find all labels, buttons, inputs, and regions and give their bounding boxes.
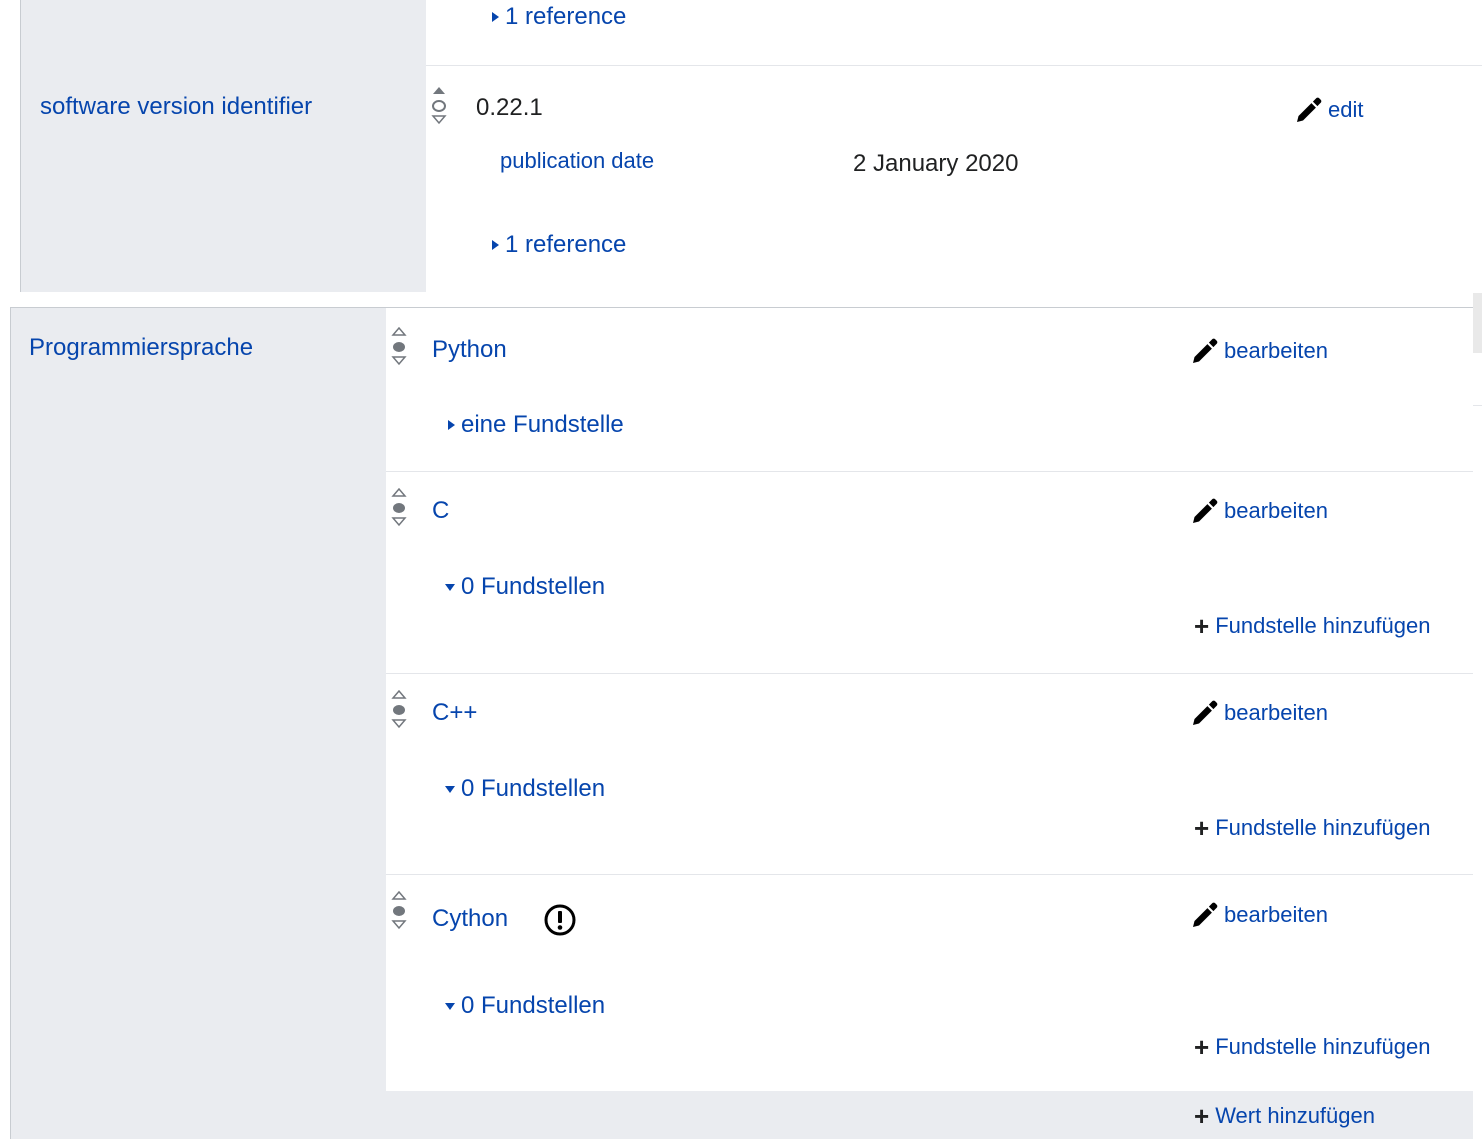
add-reference-button[interactable]: + Fundstelle hinzufügen xyxy=(1194,815,1430,841)
divider xyxy=(386,471,1473,472)
pencil-icon xyxy=(1193,700,1218,725)
triangle-down-icon xyxy=(445,1002,455,1010)
reference-toggle[interactable]: 1 reference xyxy=(492,231,626,259)
software-version-label-cell xyxy=(20,0,426,292)
property-label-software-version[interactable]: software version identifier xyxy=(40,93,312,121)
divider xyxy=(426,65,1482,66)
edit-button[interactable]: bearbeiten xyxy=(1190,496,1328,526)
triangle-right-icon xyxy=(448,420,455,430)
edit-button[interactable]: bearbeiten xyxy=(1190,900,1328,930)
edit-button[interactable]: bearbeiten xyxy=(1190,698,1328,728)
divider xyxy=(386,673,1473,674)
plus-icon: + xyxy=(1194,813,1210,843)
add-value-button[interactable]: + Wert hinzufügen xyxy=(1194,1103,1375,1129)
reference-toggle[interactable]: eine Fundstelle xyxy=(448,411,624,439)
pencil-icon xyxy=(1193,338,1218,363)
edit-button[interactable]: edit xyxy=(1294,95,1363,125)
exclamation-circle-icon[interactable] xyxy=(544,904,576,936)
plus-icon: + xyxy=(1194,1101,1210,1131)
plus-icon: + xyxy=(1194,611,1210,641)
rank-selector-icon[interactable] xyxy=(391,891,407,931)
triangle-down-icon xyxy=(445,785,455,793)
scrollbar-thumb[interactable] xyxy=(1473,293,1482,353)
rank-selector-icon[interactable] xyxy=(391,327,407,367)
property-label-programmiersprache[interactable]: Programmiersprache xyxy=(29,334,253,362)
triangle-right-icon xyxy=(492,240,499,250)
qualifier-property[interactable]: publication date xyxy=(500,148,654,174)
statement-value-cpp[interactable]: C++ xyxy=(432,699,477,727)
reference-toggle[interactable]: 0 Fundstellen xyxy=(445,775,605,803)
statement-value-python[interactable]: Python xyxy=(432,336,507,364)
rank-selector-icon[interactable] xyxy=(431,86,447,126)
statement-value: 0.22.1 xyxy=(476,94,543,121)
reference-toggle[interactable]: 0 Fundstellen xyxy=(445,992,605,1020)
pencil-icon xyxy=(1193,498,1218,523)
triangle-down-icon xyxy=(445,583,455,591)
reference-toggle[interactable]: 1 reference xyxy=(492,3,626,31)
edit-button[interactable]: bearbeiten xyxy=(1190,336,1328,366)
statement-value-c[interactable]: C xyxy=(432,497,449,525)
rank-selector-icon[interactable] xyxy=(391,488,407,528)
rank-selector-icon[interactable] xyxy=(391,690,407,730)
add-reference-button[interactable]: + Fundstelle hinzufügen xyxy=(1194,613,1430,639)
statement-value-cython[interactable]: Cython xyxy=(432,905,508,933)
plus-icon: + xyxy=(1194,1032,1210,1062)
divider xyxy=(1473,405,1482,406)
divider xyxy=(20,0,21,292)
triangle-right-icon xyxy=(492,12,499,22)
programmiersprache-label-cell xyxy=(10,308,386,1139)
pencil-icon xyxy=(1297,97,1322,122)
add-reference-button[interactable]: + Fundstelle hinzufügen xyxy=(1194,1034,1430,1060)
qualifier-value: 2 January 2020 xyxy=(853,150,1019,177)
divider xyxy=(386,874,1473,875)
pencil-icon xyxy=(1193,902,1218,927)
reference-toggle[interactable]: 0 Fundstellen xyxy=(445,573,605,601)
divider xyxy=(10,308,11,1139)
